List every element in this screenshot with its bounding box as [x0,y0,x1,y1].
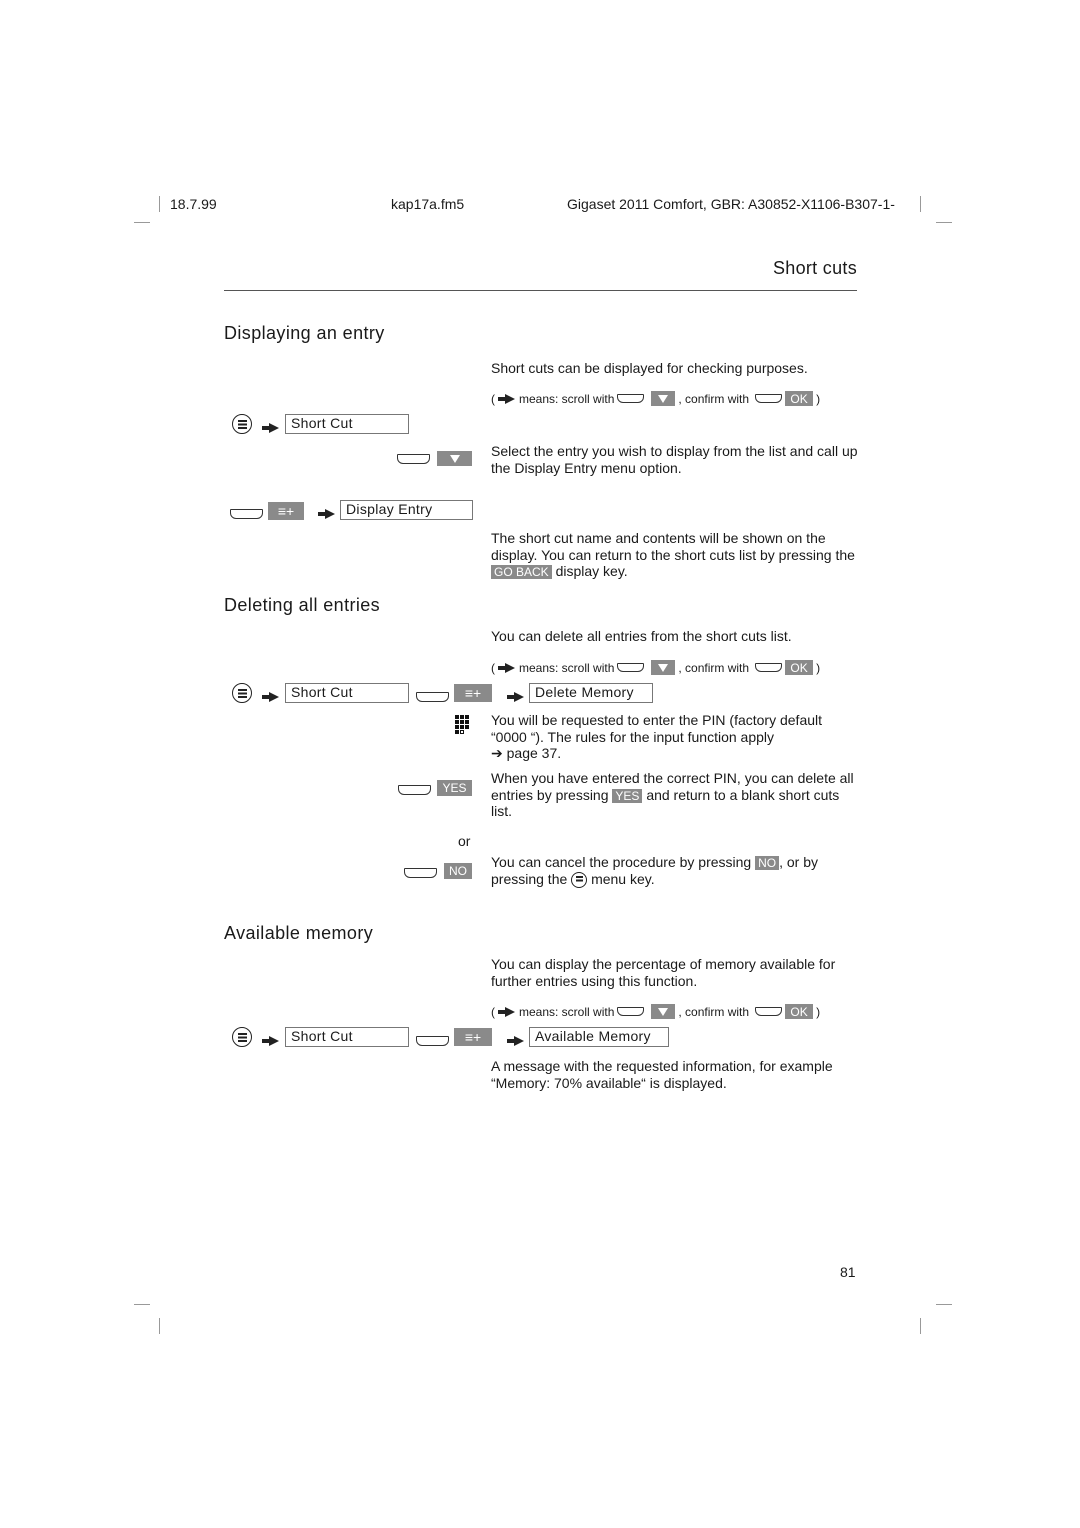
hint-open: ( [491,660,495,675]
delete-pin-text: You will be requested to enter the PIN (… [491,712,861,762]
header-product: Gigaset 2011 Comfort, GBR: A30852-X1106-… [567,196,895,212]
scroll-down-key-icon [651,1004,676,1019]
list-menu-key-icon: ≡+ [454,684,492,703]
menu-key-icon [232,683,252,703]
chapter-title: Short cuts [772,258,857,278]
list-menu-key-icon: ≡+ [454,1028,492,1047]
crop-mark [936,1304,952,1305]
display-box-available-memory: Available Memory [529,1027,669,1047]
menu-key-icon [232,414,252,434]
arrow-icon [498,1006,516,1017]
go-back-key: GO BACK [491,565,552,579]
arrow-icon [262,1032,280,1050]
softkey-icon [404,864,437,882]
crop-mark [134,1304,150,1305]
hint-close: ) [816,391,821,406]
delete-pin-page-ref[interactable]: ➔ page 37. [491,745,861,762]
hint-open: ( [491,1004,495,1019]
delete-yes-text: When you have entered the correct PIN, y… [491,770,861,820]
crop-mark [920,1318,921,1334]
scroll-hint: ( means: scroll with , confirm with OK ) [491,391,820,406]
arrow-icon [262,688,280,706]
arrow-icon [498,662,516,673]
crop-mark [920,196,921,212]
delete-no-post: menu key. [591,870,655,887]
display-box-delete-memory: Delete Memory [529,683,653,703]
display-result-post: display key. [555,563,628,579]
display-intro: Short cuts can be displayed for checking… [491,360,808,376]
softkey-icon [397,450,430,468]
header-date: 18.7.99 [170,196,217,212]
display-result-pre: The short cut name and contents will be … [491,530,855,563]
ok-key: OK [785,1004,814,1019]
softkey-icon [617,1007,645,1016]
display-box-short-cut: Short Cut [285,1027,409,1047]
page-number: 81 [840,1264,856,1280]
hint-means: means: scroll with [519,1004,615,1019]
scroll-down-key-icon [651,660,676,675]
yes-key-inline: YES [612,788,643,803]
menu-key-icon [232,1027,252,1047]
softkey-icon [416,1032,449,1050]
crop-mark [159,196,160,212]
softkey-icon [755,1007,783,1016]
arrow-icon [507,1032,525,1050]
ok-key: OK [785,391,814,406]
crop-mark [134,222,150,223]
arrow-icon [318,505,336,523]
header-file: kap17a.fm5 [391,196,465,212]
softkey-icon [755,394,783,403]
display-box-short-cut: Short Cut [285,683,409,703]
section-title-delete: Deleting all entries [224,595,381,615]
softkey-icon [755,663,783,672]
hint-close: ) [816,1004,821,1019]
no-key: NO [444,862,472,880]
display-select-text: Select the entry you wish to display fro… [491,443,858,476]
softkey-icon [416,688,449,706]
no-key-inline: NO [755,856,780,870]
display-box-display-entry: Display Entry [340,500,473,520]
arrow-icon [498,393,516,404]
hint-open: ( [491,391,495,406]
delete-pin-instruction: You will be requested to enter the PIN (… [491,712,823,745]
softkey-icon [230,505,263,523]
keypad-icon [455,715,469,734]
softkey-icon [617,394,645,403]
crop-mark [159,1318,160,1334]
display-result-text: The short cut name and contents will be … [491,530,861,580]
list-menu-key-icon: ≡+ [268,502,304,521]
header-rule [224,290,857,291]
scroll-hint: ( means: scroll with , confirm with OK ) [491,1004,820,1019]
hint-confirm: , confirm with [678,391,750,406]
delete-no-text: You can cancel the procedure by pressing… [491,854,861,888]
scroll-hint: ( means: scroll with , confirm with OK ) [491,660,820,675]
hint-means: means: scroll with [519,391,615,406]
delete-no-pre: You can cancel the procedure by pressing [491,854,752,870]
yes-key: YES [437,779,472,797]
hint-means: means: scroll with [519,660,615,675]
softkey-icon [398,781,431,799]
delete-intro: You can delete all entries from the shor… [491,628,792,644]
hint-confirm: , confirm with [678,660,750,675]
scroll-down-key-icon [651,391,676,406]
section-title-display: Displaying an entry [224,323,385,343]
softkey-icon [617,663,645,672]
arrow-icon [507,688,525,706]
ok-key: OK [785,660,814,675]
section-title-memory: Available memory [224,923,374,943]
hint-confirm: , confirm with [678,1004,750,1019]
arrow-icon [262,419,280,437]
display-box-short-cut: Short Cut [285,414,409,434]
menu-key-icon [571,871,588,888]
hint-close: ) [816,660,821,675]
or-label: or [458,833,471,849]
scroll-down-key-icon [437,450,472,468]
crop-mark [936,222,952,223]
memory-result-text: A message with the requested information… [491,1058,833,1091]
memory-intro: You can display the percentage of memory… [491,956,836,989]
